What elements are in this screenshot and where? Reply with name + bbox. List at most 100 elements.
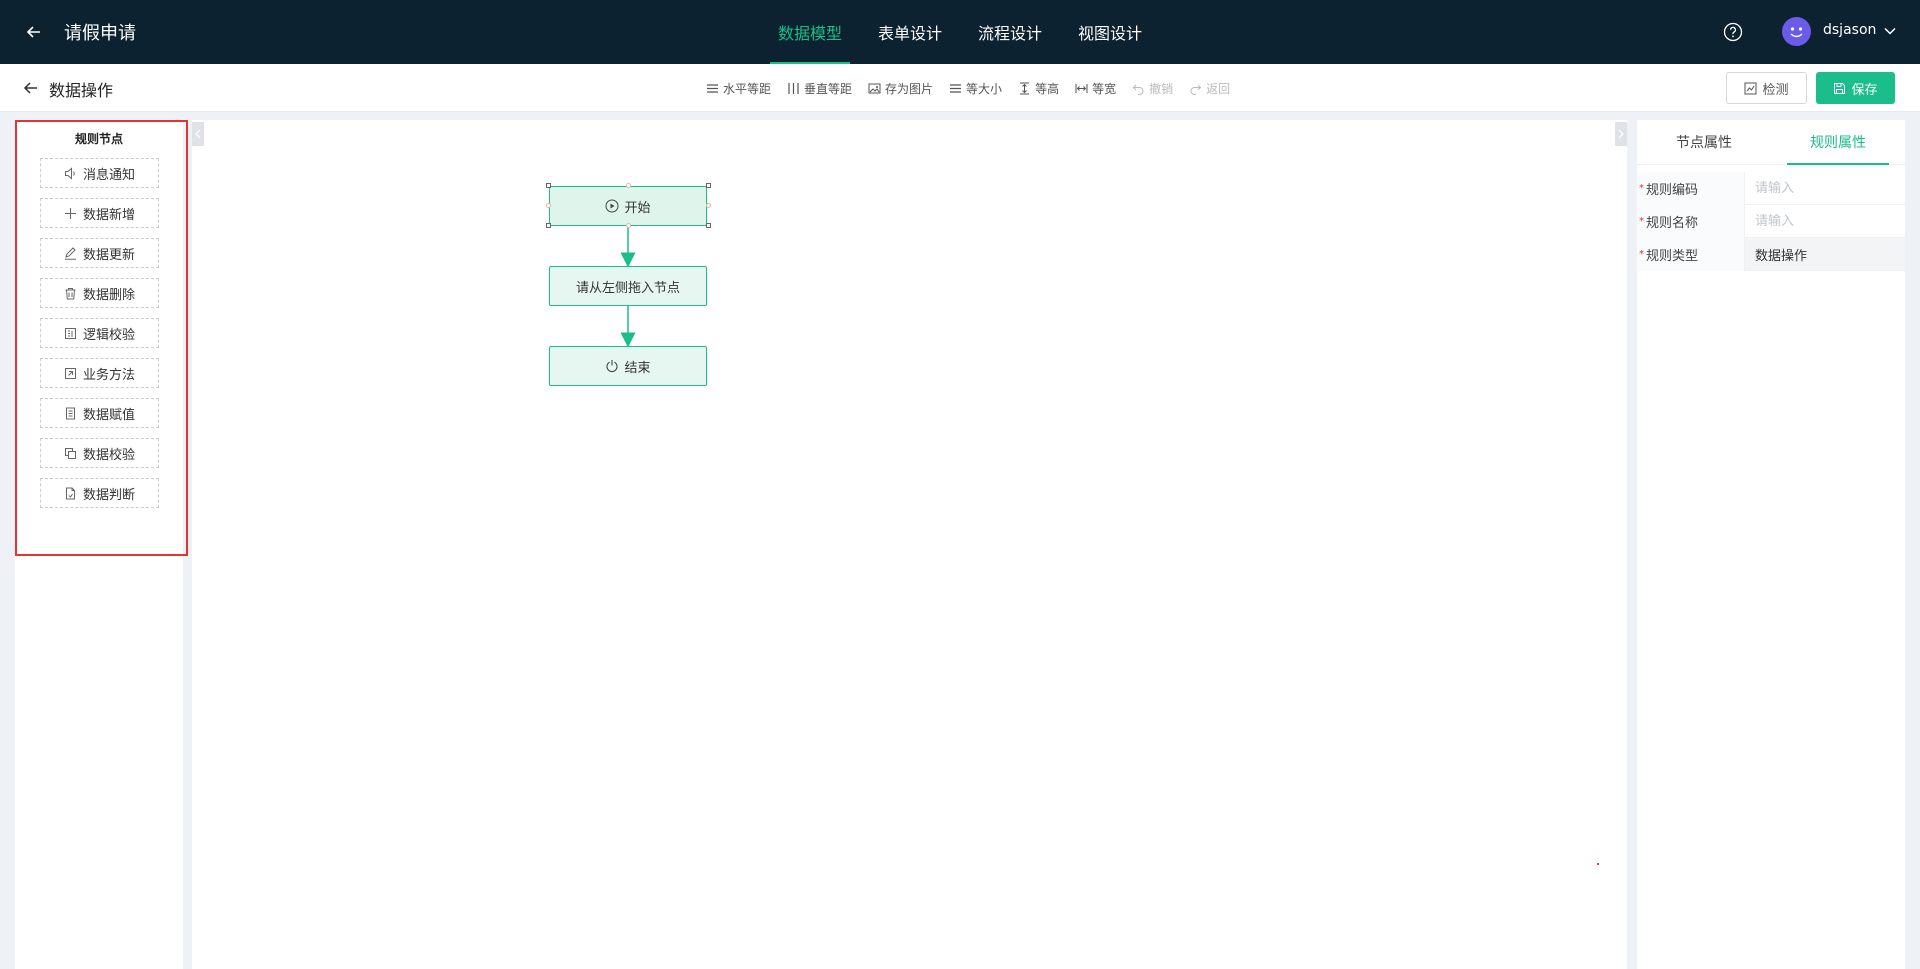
flow-node-placeholder[interactable]: 请从左侧拖入节点 <box>549 266 707 306</box>
canvas-tools: 水平等距 垂直等距 存为图片 等大小 等高 等宽 撤销 返回 <box>706 64 1246 112</box>
palette-item-label: 数据判断 <box>82 487 135 503</box>
palette-item-data-add[interactable]: 数据新增 <box>40 198 159 228</box>
tool-label: 等宽 <box>1092 81 1117 96</box>
resize-handle[interactable] <box>546 223 551 228</box>
connection-port[interactable] <box>626 223 631 228</box>
palette-item-business-method[interactable]: 业务方法 <box>40 358 159 388</box>
check-button-label: 检测 <box>1762 82 1789 98</box>
page-title: 数据操作 <box>49 81 114 100</box>
prop-label: * 规则名称 <box>1637 205 1745 238</box>
vertical-spacing-icon <box>788 82 799 94</box>
palette-item-label: 数据校验 <box>82 447 135 463</box>
collapse-right-panel-chevron-icon[interactable] <box>1615 122 1627 146</box>
tool-same-height[interactable]: 等高 <box>1018 80 1059 97</box>
prop-label: * 规则编码 <box>1637 172 1745 205</box>
check-button[interactable]: 检测 <box>1726 72 1807 104</box>
copy-icon <box>64 447 76 459</box>
flow-canvas[interactable] <box>192 120 1627 969</box>
prop-label-text: 规则编码 <box>1646 183 1699 198</box>
flow-node-end[interactable]: 结束 <box>549 346 707 386</box>
palette-item-label: 业务方法 <box>82 367 135 383</box>
tool-horizontal-spacing[interactable]: 水平等距 <box>706 80 771 97</box>
collapse-left-panel-chevron-icon[interactable] <box>192 122 204 146</box>
palette-item-label: 数据删除 <box>82 287 135 303</box>
plus-icon <box>64 207 76 219</box>
flow-node-label: 结束 <box>624 360 651 376</box>
app-title: 请假申请 <box>64 23 136 44</box>
tab-rule-properties[interactable]: 规则属性 <box>1771 120 1905 165</box>
help-icon[interactable] <box>1723 22 1743 42</box>
palette-item-message-notify[interactable]: 消息通知 <box>40 158 159 188</box>
back-arrow-icon[interactable] <box>20 77 42 99</box>
properties-tabs: 节点属性 规则属性 <box>1637 120 1905 165</box>
connection-port[interactable] <box>626 183 631 188</box>
speaker-icon <box>64 166 75 180</box>
rule-name-input[interactable] <box>1755 213 1905 229</box>
palette-item-label: 逻辑校验 <box>82 327 135 343</box>
tool-same-size[interactable]: 等大小 <box>949 80 1002 97</box>
tab-node-properties[interactable]: 节点属性 <box>1637 120 1771 164</box>
tool-undo[interactable]: 撤销 <box>1132 80 1173 97</box>
trash-icon <box>65 287 76 299</box>
username[interactable]: dsjason <box>1823 22 1876 38</box>
play-circle-icon <box>605 199 619 213</box>
required-asterisk: * <box>1639 216 1644 227</box>
sub-toolbar: 数据操作 水平等距 垂直等距 存为图片 等大小 等高 等宽 撤销 返回 检测 保… <box>0 64 1920 112</box>
tool-label: 水平等距 <box>723 81 772 96</box>
palette-item-data-validate[interactable]: 数据校验 <box>40 438 159 468</box>
main-tabs: 数据模型 表单设计 流程设计 视图设计 <box>760 0 1160 64</box>
prop-value <box>1745 172 1905 204</box>
palette-item-label: 数据赋值 <box>82 407 135 423</box>
flow-node-label: 开始 <box>624 200 651 216</box>
palette-item-data-delete[interactable]: 数据删除 <box>40 278 159 308</box>
image-icon <box>868 83 881 93</box>
power-icon <box>606 360 619 373</box>
resize-handle[interactable] <box>706 223 711 228</box>
same-size-icon <box>950 83 962 93</box>
avatar[interactable] <box>1782 17 1811 46</box>
resize-handle[interactable] <box>546 183 551 188</box>
tab-view-design[interactable]: 视图设计 <box>1070 0 1150 64</box>
palette-item-data-judge[interactable]: 数据判断 <box>40 478 159 508</box>
rule-code-input[interactable] <box>1755 180 1905 196</box>
redo-icon <box>1190 84 1202 95</box>
palette-item-label: 数据新增 <box>82 207 135 223</box>
chart-check-icon <box>1744 82 1757 94</box>
palette-item-data-update[interactable]: 数据更新 <box>40 238 159 268</box>
prop-row-rule-code: * 规则编码 <box>1637 172 1905 205</box>
tool-label: 等高 <box>1035 81 1060 96</box>
tool-save-image[interactable]: 存为图片 <box>868 80 933 97</box>
tool-same-width[interactable]: 等宽 <box>1075 80 1116 97</box>
back-arrow-icon[interactable] <box>20 18 48 46</box>
file-icon <box>65 487 75 499</box>
save-button[interactable]: 保存 <box>1816 72 1895 104</box>
required-asterisk: * <box>1639 183 1644 194</box>
top-navigation-bar: 请假申请 数据模型 表单设计 流程设计 视图设计 dsjason <box>0 0 1920 64</box>
resize-handle[interactable] <box>706 183 711 188</box>
undo-icon <box>1132 84 1144 95</box>
prop-row-rule-type: * 规则类型 数据操作 <box>1637 238 1905 271</box>
prop-row-rule-name: * 规则名称 <box>1637 205 1905 238</box>
tool-vertical-spacing[interactable]: 垂直等距 <box>787 80 852 97</box>
horizontal-spacing-icon <box>707 83 718 93</box>
tool-label: 垂直等距 <box>804 81 853 96</box>
prop-label-text: 规则名称 <box>1646 216 1699 231</box>
stray-marker-dot <box>1597 863 1599 865</box>
connection-port[interactable] <box>706 203 711 208</box>
flow-node-start[interactable]: 开始 <box>549 186 707 226</box>
required-asterisk: * <box>1639 249 1644 260</box>
same-height-icon <box>1020 82 1030 94</box>
save-icon <box>1834 82 1846 94</box>
palette-item-logic-check[interactable]: 逻辑校验 <box>40 318 159 348</box>
tab-form-design[interactable]: 表单设计 <box>870 0 950 64</box>
tab-data-model[interactable]: 数据模型 <box>770 0 851 64</box>
palette-item-data-assign[interactable]: 数据赋值 <box>40 398 159 428</box>
method-icon <box>64 367 76 379</box>
tool-redo[interactable]: 返回 <box>1189 80 1230 97</box>
prop-label-text: 规则类型 <box>1646 249 1699 264</box>
palette-item-label: 消息通知 <box>82 167 135 183</box>
tab-flow-design[interactable]: 流程设计 <box>970 0 1050 64</box>
connection-port[interactable] <box>546 203 551 208</box>
chevron-down-icon[interactable] <box>1883 24 1897 38</box>
palette-item-label: 数据更新 <box>82 247 135 263</box>
